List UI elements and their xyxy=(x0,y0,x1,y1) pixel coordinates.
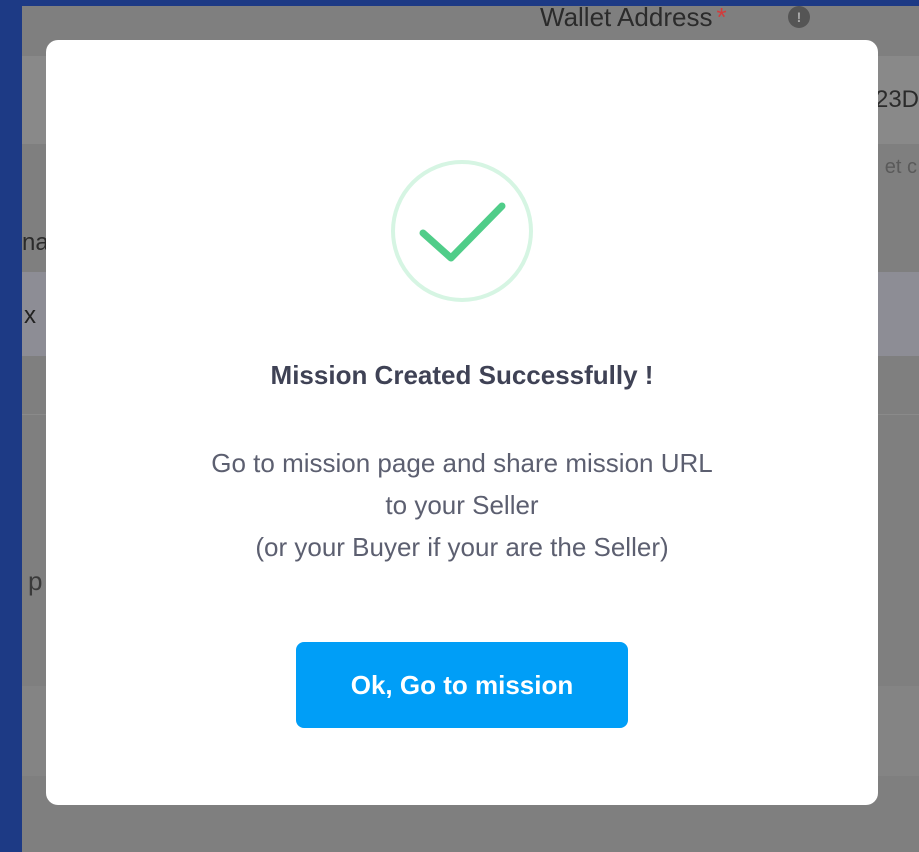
wallet-address-label: Wallet Address * xyxy=(540,6,727,33)
modal-title: Mission Created Successfully ! xyxy=(270,360,654,390)
wallet-address-value: 23D xyxy=(874,86,919,113)
modal-message-line: to your Seller xyxy=(385,490,539,520)
wallet-address-hint: et c xyxy=(884,156,917,178)
background-text-fragment: p xyxy=(28,566,43,596)
info-icon[interactable]: ! xyxy=(788,6,810,28)
background-label-fragment: na xyxy=(22,229,49,256)
background-select-value: x xyxy=(24,302,36,329)
modal-message-line: Go to mission page and share mission URL xyxy=(211,448,713,478)
modal-message-line: (or your Buyer if your are the Seller) xyxy=(255,532,669,562)
success-modal: Mission Created Successfully ! Go to mis… xyxy=(46,40,878,805)
required-mark: * xyxy=(716,6,727,32)
go-to-mission-button[interactable]: Ok, Go to mission xyxy=(296,642,628,728)
modal-message: Go to mission page and share mission URL… xyxy=(46,442,878,568)
check-circle-icon xyxy=(389,158,535,304)
